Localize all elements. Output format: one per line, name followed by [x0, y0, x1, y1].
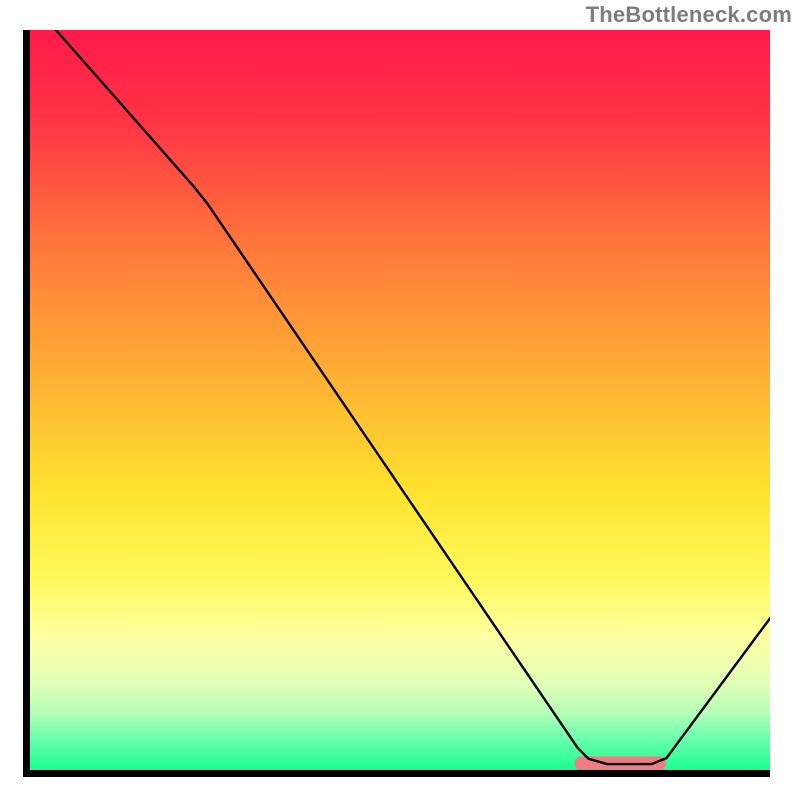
gradient-background	[30, 30, 770, 770]
watermark-text: TheBottleneck.com	[586, 2, 792, 28]
chart-container: { "watermark": "TheBottleneck.com", "cha…	[0, 0, 800, 800]
bottleneck-chart	[0, 0, 800, 800]
